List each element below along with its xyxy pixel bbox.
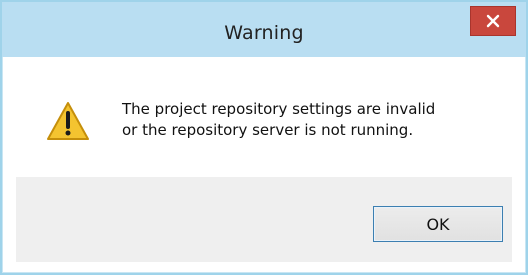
dialog-content: The project repository settings are inva… — [16, 65, 512, 177]
close-icon — [486, 14, 500, 28]
warning-dialog: Warning The project repository settings … — [0, 0, 528, 275]
warning-icon — [47, 102, 89, 140]
close-button[interactable] — [470, 6, 516, 36]
ok-button[interactable]: OK — [373, 206, 503, 242]
warning-message: The project repository settings are inva… — [122, 99, 502, 141]
dialog-footer: OK — [16, 177, 512, 262]
message-line-2: or the repository server is not running. — [122, 121, 414, 139]
dialog-title: Warning — [224, 22, 304, 44]
title-bar[interactable]: Warning — [2, 2, 526, 57]
message-line-1: The project repository settings are inva… — [122, 100, 436, 118]
